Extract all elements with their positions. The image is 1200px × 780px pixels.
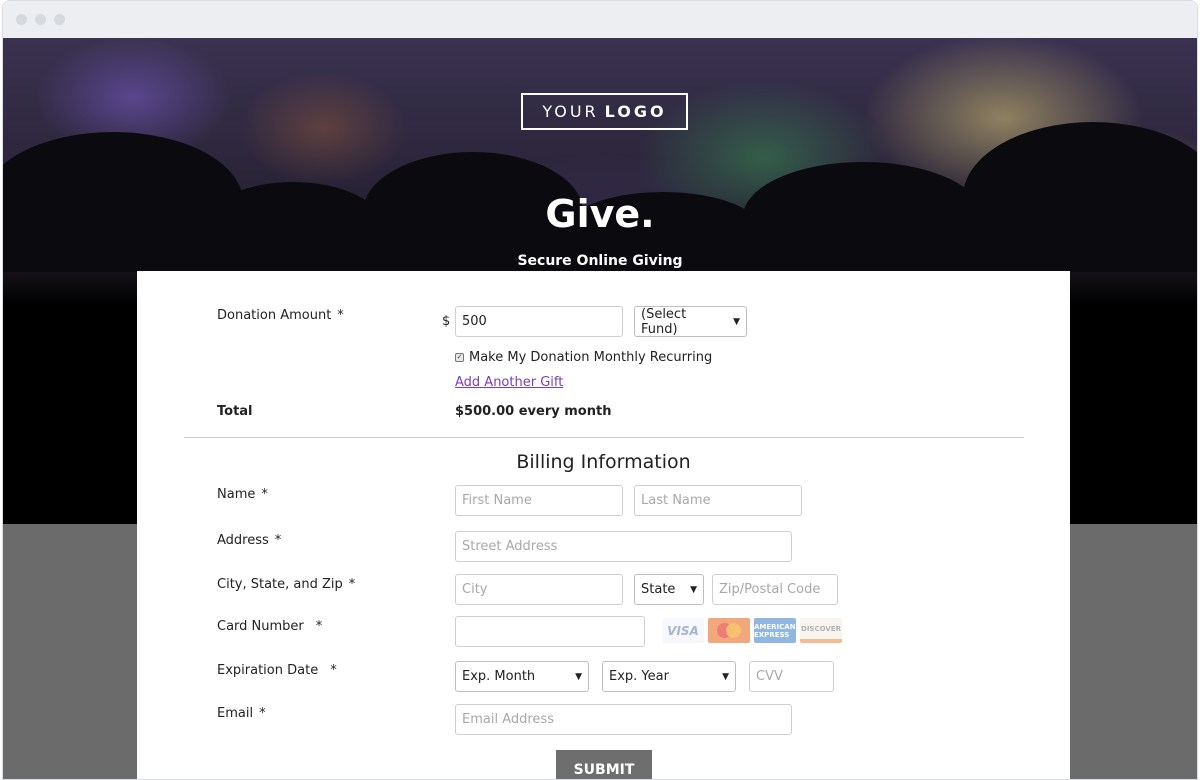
fund-select-value: (Select Fund) bbox=[641, 306, 687, 337]
window-dot-icon[interactable] bbox=[54, 14, 65, 25]
accepted-cards: VISA AMERICAN EXPRESS DISCOVER bbox=[662, 618, 842, 643]
mastercard-icon bbox=[708, 618, 750, 643]
exp-year-value: Exp. Year bbox=[609, 669, 669, 684]
card-number-input[interactable] bbox=[455, 616, 645, 647]
card-number-label: Card Number * bbox=[217, 619, 322, 634]
recurring-checkbox-row[interactable]: ✓ Make My Donation Monthly Recurring bbox=[455, 350, 712, 365]
address-label: Address * bbox=[217, 533, 281, 548]
discover-card-icon: DISCOVER bbox=[800, 618, 842, 643]
recurring-checkbox[interactable]: ✓ bbox=[455, 353, 464, 362]
recurring-label: Make My Donation Monthly Recurring bbox=[469, 350, 713, 365]
billing-section-title: Billing Information bbox=[516, 451, 691, 473]
window-dot-icon[interactable] bbox=[35, 14, 46, 25]
add-another-gift-link[interactable]: Add Another Gift bbox=[455, 375, 563, 390]
donation-amount-label: Donation Amount * bbox=[217, 308, 344, 323]
required-marker: * bbox=[348, 577, 356, 592]
city-state-zip-label-text: City, State, and Zip bbox=[217, 577, 343, 592]
dropdown-arrow-icon: ▼ bbox=[690, 584, 697, 595]
logo-text-bold: LOGO bbox=[604, 102, 667, 121]
name-label-text: Name bbox=[217, 487, 256, 502]
exp-year-select[interactable]: Exp. Year ▼ bbox=[602, 661, 736, 692]
amex-card-icon: AMERICAN EXPRESS bbox=[754, 618, 796, 643]
dropdown-arrow-icon: ▼ bbox=[733, 316, 740, 327]
currency-symbol: $ bbox=[442, 314, 451, 329]
hero-subtitle: Secure Online Giving bbox=[517, 253, 683, 269]
required-marker: * bbox=[274, 533, 282, 548]
required-marker: * bbox=[315, 619, 323, 634]
required-marker: * bbox=[261, 487, 268, 502]
browser-window: YOUR LOGO Give. Secure Online Giving Don… bbox=[2, 0, 1198, 780]
zip-input[interactable] bbox=[712, 574, 838, 605]
browser-titlebar bbox=[3, 1, 1197, 38]
email-input[interactable] bbox=[455, 704, 792, 735]
dropdown-arrow-icon: ▼ bbox=[722, 671, 729, 682]
hero-title: Give. bbox=[545, 192, 655, 236]
cvv-input[interactable] bbox=[749, 661, 834, 692]
city-input[interactable] bbox=[455, 574, 623, 605]
address-label-text: Address bbox=[217, 533, 269, 548]
submit-button[interactable]: SUBMIT bbox=[556, 750, 652, 779]
required-marker: * bbox=[337, 308, 344, 323]
dropdown-arrow-icon: ▼ bbox=[575, 671, 582, 682]
required-marker: * bbox=[330, 663, 337, 678]
email-label-text: Email bbox=[217, 706, 254, 721]
site-logo[interactable]: YOUR LOGO bbox=[521, 93, 688, 130]
donation-amount-input[interactable] bbox=[455, 306, 623, 337]
donation-amount-label-text: Donation Amount bbox=[217, 308, 332, 323]
exp-month-value: Exp. Month bbox=[462, 669, 536, 684]
state-select-value: State bbox=[641, 582, 676, 597]
street-address-input[interactable] bbox=[455, 531, 792, 562]
first-name-input[interactable] bbox=[455, 485, 623, 516]
fund-select[interactable]: (Select Fund) ▼ bbox=[634, 306, 747, 337]
total-value: $500.00 every month bbox=[455, 404, 612, 419]
section-divider bbox=[184, 437, 1024, 438]
window-dot-icon[interactable] bbox=[16, 14, 27, 25]
name-label: Name * bbox=[217, 487, 268, 502]
email-label: Email * bbox=[217, 706, 266, 721]
expiration-date-label: Expiration Date * bbox=[217, 663, 337, 678]
last-name-input[interactable] bbox=[634, 485, 802, 516]
required-marker: * bbox=[259, 706, 266, 721]
donation-form: Donation Amount * $ (Select Fund) ▼ ✓ Make… bbox=[137, 271, 1070, 779]
exp-month-select[interactable]: Exp. Month ▼ bbox=[455, 661, 589, 692]
card-number-label-text: Card Number bbox=[217, 619, 304, 634]
logo-text-light: YOUR bbox=[542, 102, 599, 121]
state-select[interactable]: State ▼ bbox=[634, 574, 704, 605]
expiration-date-label-text: Expiration Date bbox=[217, 663, 319, 678]
visa-card-icon: VISA bbox=[662, 618, 704, 643]
total-label: Total bbox=[217, 404, 253, 419]
city-state-zip-label: City, State, and Zip * bbox=[217, 577, 355, 592]
